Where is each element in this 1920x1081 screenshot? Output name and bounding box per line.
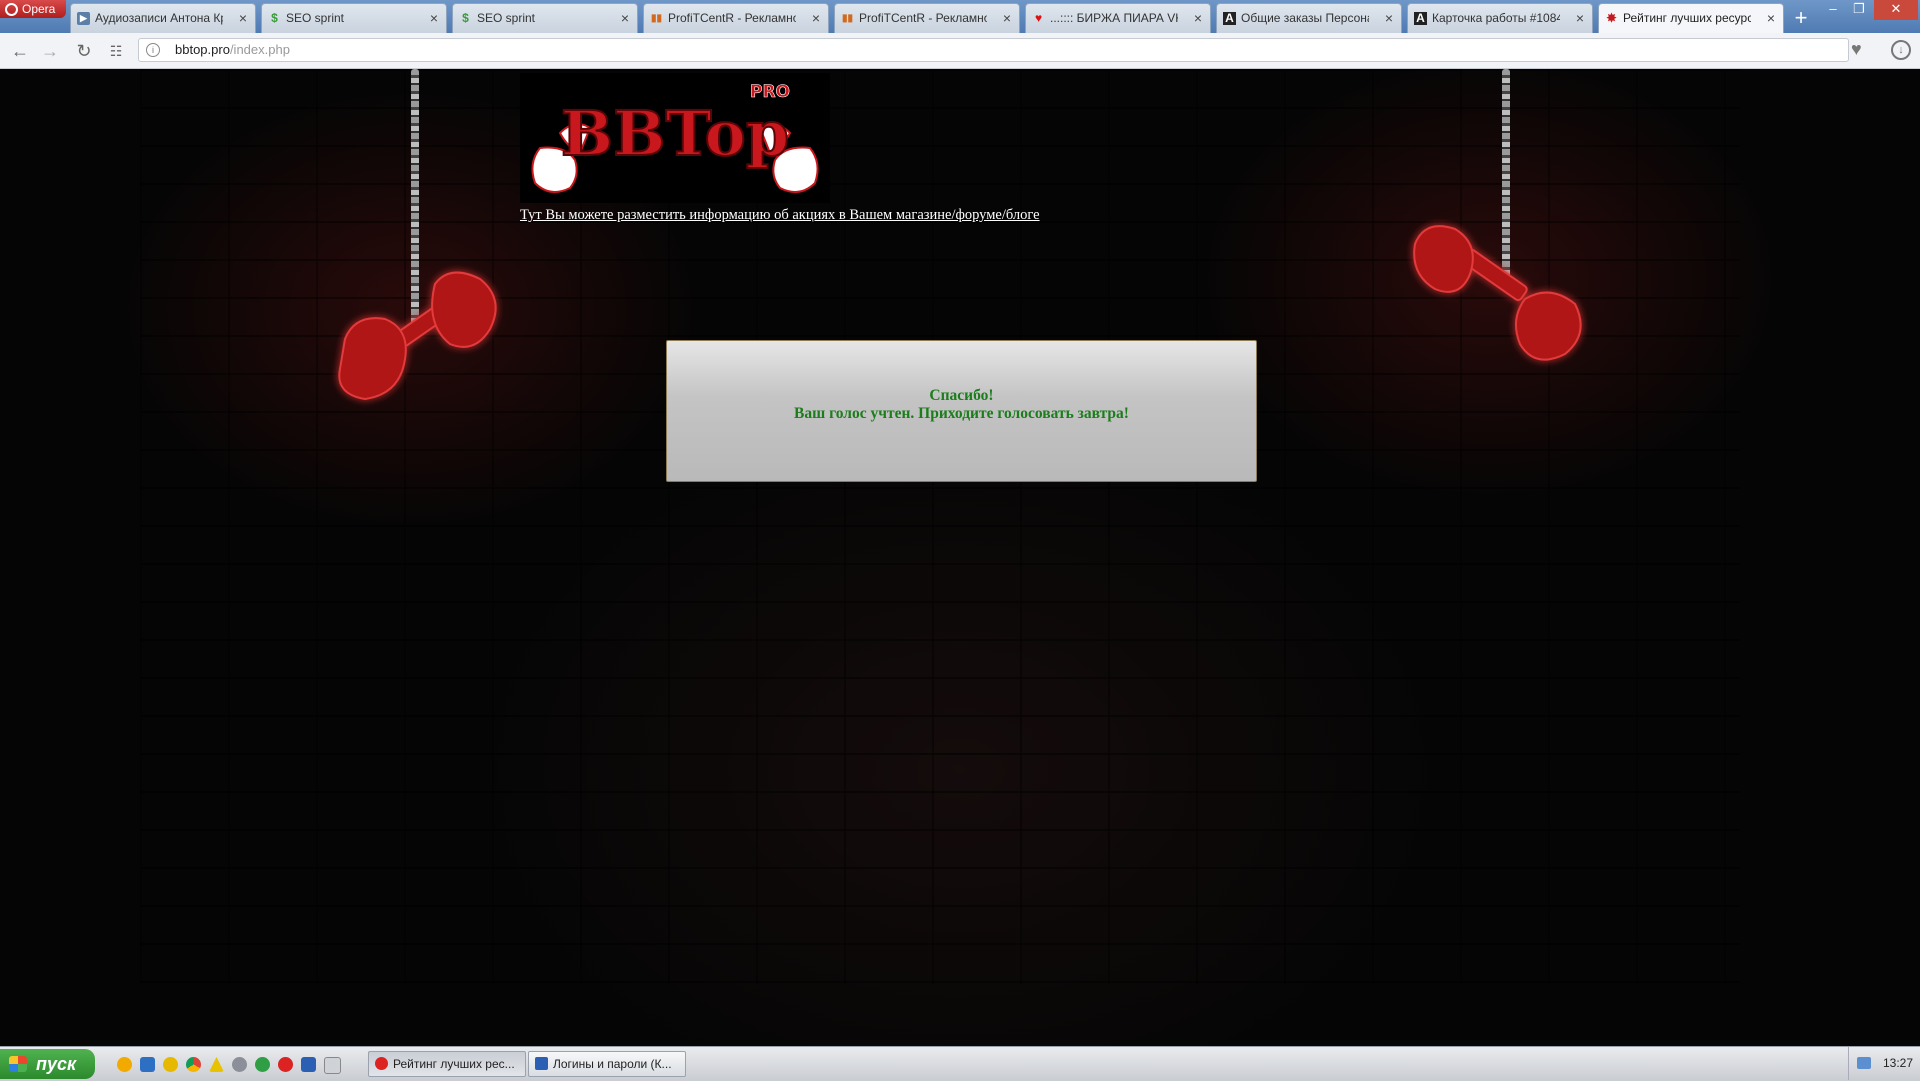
taskbar-window-title: Рейтинг лучших рес... [393, 1057, 515, 1071]
tab-title: Общие заказы Персональные [1241, 11, 1369, 25]
tab-general-orders[interactable]: A Общие заказы Персональные × [1216, 3, 1402, 33]
vote-counted-message: Ваш голос учтен. Приходите голосовать за… [794, 405, 1129, 422]
quicklaunch-chrome-icon[interactable] [186, 1057, 201, 1072]
tab-title: ProfiTCentR - Рекламное агентство [668, 11, 796, 25]
download-icon[interactable]: ↓ [1891, 40, 1911, 60]
tab-seo-sprint-1[interactable]: $ SEO sprint × [261, 3, 447, 33]
close-icon[interactable]: × [1767, 4, 1775, 32]
taskbar-window-logins[interactable]: Логины и пароли (К... [528, 1051, 686, 1077]
quicklaunch-desktop-icon[interactable] [140, 1057, 155, 1072]
start-label: пуск [36, 1054, 77, 1074]
opera-menu-button[interactable]: Opera [0, 0, 66, 18]
close-icon[interactable]: × [1194, 4, 1202, 32]
site-info-icon[interactable]: i [146, 43, 160, 57]
bar-chart-icon: ▮▮ [650, 13, 662, 24]
url-path: /index.php [229, 42, 290, 57]
tab-bbtop-rating[interactable]: ✸ Рейтинг лучших ресурсов × [1598, 3, 1784, 34]
opera-icon [375, 1057, 388, 1070]
tab-title: Аудиозаписи Антона Крюкова [95, 11, 223, 25]
quicklaunch-drive-icon[interactable] [209, 1057, 224, 1072]
start-button[interactable]: пуск [0, 1049, 95, 1079]
tab-seo-sprint-2[interactable]: $ SEO sprint × [452, 3, 638, 33]
notepad-icon [535, 1057, 548, 1070]
url-text: bbtop.pro/index.php [175, 39, 290, 61]
heart-icon: ♥ [1034, 11, 1043, 25]
taskbar-window-title: Логины и пароли (К... [553, 1057, 672, 1071]
minimize-button[interactable]: – [1820, 0, 1846, 20]
quicklaunch-opera-icon[interactable] [278, 1057, 293, 1072]
logo-pro-badge: PRO [750, 82, 790, 102]
tab-title: SEO sprint [286, 11, 345, 25]
quicklaunch-media-icon[interactable] [163, 1057, 178, 1072]
letter-a-icon: A [1414, 12, 1427, 25]
quicklaunch-network-icon[interactable] [232, 1057, 247, 1072]
dumbbell-right-icon [1413, 225, 1582, 361]
tab-birzha-piara[interactable]: ♥ ...:::: БИРЖА ПИАРА VK::::... × [1025, 3, 1211, 33]
speed-dial-icon[interactable]: ☷ [104, 39, 128, 63]
page-viewport: BBTop PRO Тут Вы можете разместить инфор… [0, 69, 1920, 1046]
tab-title: SEO sprint [477, 11, 536, 25]
windows-taskbar: пуск Рейтинг лучших рес... Логины и паро… [0, 1046, 1920, 1081]
quicklaunch-utorrent-icon[interactable] [255, 1057, 270, 1072]
quicklaunch-notepad-icon[interactable] [324, 1057, 341, 1074]
windows-logo-icon [9, 1056, 27, 1072]
quicklaunch-aimp-icon[interactable] [117, 1057, 132, 1072]
network-tray-icon[interactable] [1857, 1057, 1871, 1069]
window-close-button[interactable]: ✕ [1874, 0, 1918, 20]
thanks-message: Спасибо! [929, 387, 994, 404]
close-icon[interactable]: × [1003, 4, 1011, 32]
vote-confirmation-box: Спасибо! Ваш голос учтен. Приходите голо… [666, 340, 1257, 482]
taskbar-window-bbtop[interactable]: Рейтинг лучших рес... [368, 1051, 526, 1077]
tab-title: Рейтинг лучших ресурсов [1623, 11, 1751, 25]
close-icon[interactable]: × [1385, 4, 1393, 32]
restore-button[interactable]: ❐ [1846, 0, 1872, 20]
dollar-icon: $ [462, 11, 469, 25]
logo-text: BBTop [561, 97, 790, 170]
tab-title: Карточка работы #108499 [1432, 11, 1560, 25]
clock[interactable]: 13:27 [1883, 1056, 1913, 1070]
opera-menu-label: Opera [22, 2, 56, 16]
quicklaunch-word-icon[interactable] [301, 1057, 316, 1072]
close-icon[interactable]: × [812, 4, 820, 32]
address-field[interactable]: i bbtop.pro/index.php [138, 38, 1849, 62]
tab-title: ...:::: БИРЖА ПИАРА VK::::... [1050, 11, 1178, 25]
opera-logo-icon [5, 3, 18, 16]
tab-profitcentr-1[interactable]: ▮▮ ProfiTCentR - Рекламное агентство × [643, 3, 829, 33]
close-icon[interactable]: × [1576, 4, 1584, 32]
letter-a-icon: A [1223, 12, 1236, 25]
new-tab-button[interactable]: + [1787, 5, 1815, 31]
back-button[interactable]: ← [8, 39, 32, 63]
forward-button[interactable]: → [38, 39, 62, 63]
bbtop-icon: ✸ [1606, 11, 1617, 25]
bar-chart-icon: ▮▮ [841, 13, 853, 24]
close-icon[interactable]: × [239, 4, 247, 32]
tab-work-card[interactable]: A Карточка работы #108499 × [1407, 3, 1593, 33]
dollar-icon: $ [271, 11, 278, 25]
system-tray: 13:27 [1848, 1047, 1920, 1080]
close-icon[interactable]: × [621, 4, 629, 32]
browser-tab-strip: Opera ▶ Аудиозаписи Антона Крюкова × $ S… [0, 0, 1920, 34]
close-icon[interactable]: × [430, 4, 438, 32]
address-toolbar: ← → ↻ ☷ i bbtop.pro/index.php ♥ ↓ [0, 33, 1920, 69]
bbtop-logo[interactable]: BBTop PRO [520, 73, 830, 203]
stash-heart-icon[interactable]: ♥ [1851, 39, 1862, 60]
url-domain: bbtop.pro [175, 42, 230, 57]
dumbbell-left-icon [338, 271, 497, 401]
play-icon: ▶ [77, 12, 90, 25]
promo-info-link[interactable]: Тут Вы можете разместить информацию об а… [520, 207, 1040, 224]
tab-profitcentr-2[interactable]: ▮▮ ProfiTCentR - Рекламное агентство × [834, 3, 1020, 33]
tab-audio[interactable]: ▶ Аудиозаписи Антона Крюкова × [70, 3, 256, 33]
tab-title: ProfiTCentR - Рекламное агентство [859, 11, 987, 25]
reload-button[interactable]: ↻ [72, 39, 96, 63]
